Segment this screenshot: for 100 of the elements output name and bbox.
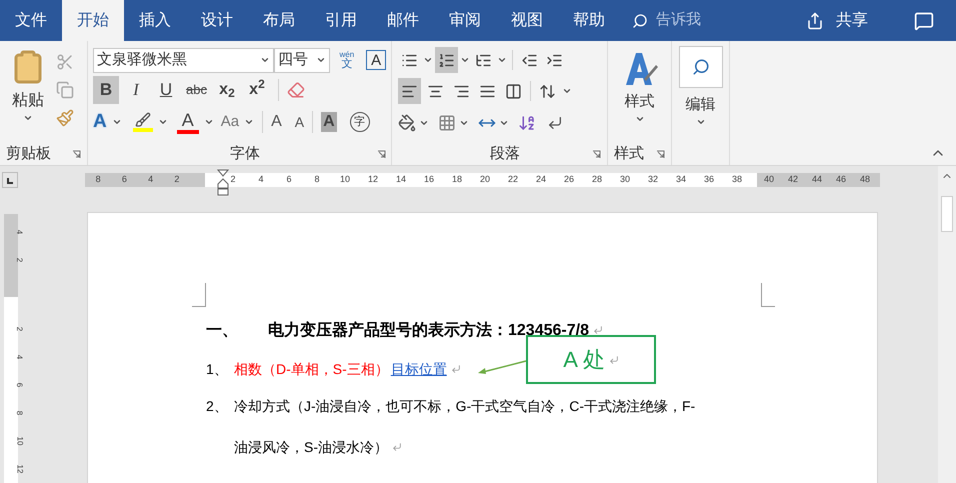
paragraph-button[interactable] (435, 47, 458, 73)
ruler-number: 8 (14, 410, 25, 416)
ruler-number: 28 (590, 173, 603, 186)
paste-button[interactable]: 粘贴 (0, 49, 56, 143)
paragraph-mark-icon (392, 442, 402, 452)
ruler-number: 12 (366, 173, 379, 186)
list-number: 2、 (206, 397, 229, 416)
ribbon-tab[interactable]: 设计 (186, 0, 248, 41)
ruler-number: 46 (834, 173, 847, 186)
comments-icon[interactable] (914, 10, 934, 30)
margin-corner-mark (761, 283, 775, 307)
ruler-number: 40 (762, 173, 775, 186)
caret-icon (23, 113, 33, 123)
ruler-number: 2 (14, 326, 25, 332)
enclose-characters-button[interactable]: 字 (350, 112, 370, 132)
paragraph-mark-icon (608, 354, 619, 364)
caret-icon (459, 118, 469, 128)
body-text: 油浸风冷，S-油浸水冷） (234, 438, 388, 457)
font-name-field[interactable]: 文泉驿微米黑 (93, 48, 274, 72)
group-label: 剪贴板 (6, 144, 51, 164)
ruler-number: 16 (422, 173, 435, 186)
list-number: 1、 (206, 360, 229, 379)
highlight-icon[interactable] (132, 112, 153, 132)
numbered-list-icon (438, 52, 455, 68)
text-effects-button[interactable]: A (93, 108, 107, 136)
margin-corner-mark (192, 283, 206, 307)
format-button[interactable]: I (123, 76, 149, 104)
share-icon (806, 12, 824, 30)
editing-button[interactable]: 编辑 (676, 46, 725, 126)
paragraph-marks-icon[interactable] (547, 115, 563, 131)
dialog-launcher-icon (72, 150, 81, 158)
clear-formatting-icon[interactable] (286, 81, 305, 99)
character-shading-button[interactable]: A (321, 112, 337, 132)
grow-font-button[interactable]: A (271, 110, 282, 134)
ruler-number: 4 (147, 173, 154, 186)
search-icon (632, 12, 648, 28)
target-link[interactable]: 目标位置 (390, 359, 447, 380)
group-label: 字体 (230, 144, 260, 164)
caret-icon (497, 55, 507, 65)
change-case-button[interactable]: Aa (220, 110, 240, 134)
caret-icon (562, 86, 572, 96)
ruler-number: 14 (394, 173, 407, 186)
dialog-launcher-icon (656, 150, 665, 158)
ribbon-tab[interactable]: 文件 (0, 0, 62, 41)
ruler-number: 8 (313, 173, 320, 186)
format-button[interactable]: abc (183, 76, 210, 104)
heading-number: 一、 (206, 321, 239, 341)
ruler-number: 36 (702, 173, 715, 186)
format-button[interactable]: x$^{2}$ (244, 76, 270, 104)
ribbon-tab[interactable]: 邮件 (372, 0, 434, 41)
ribbon-tab[interactable]: 审阅 (434, 0, 496, 41)
phonetic-guide-button[interactable]: wén 文 (340, 50, 354, 70)
ribbon-tab[interactable]: 帮助 (558, 0, 620, 41)
format-button[interactable]: B (93, 76, 119, 104)
font-color-button[interactable]: A (176, 110, 199, 134)
caret-icon (260, 55, 270, 65)
caret-icon (158, 117, 168, 127)
caret-icon (419, 118, 429, 128)
paragraph-button[interactable] (398, 78, 421, 104)
ruler-number: 10 (338, 173, 351, 186)
ruler-number: 30 (618, 173, 631, 186)
ruler-number: 48 (858, 173, 871, 186)
ruler-number: 8 (94, 173, 102, 186)
borders-icon[interactable] (438, 114, 456, 132)
phase-text: 相数（D-单相，S-三相） (234, 360, 389, 379)
share-button[interactable]: 共享 (798, 0, 876, 41)
ruler-number: 20 (478, 173, 491, 186)
ruler-number: 42 (786, 173, 799, 186)
ruler-number: 24 (534, 173, 547, 186)
tab-selector[interactable] (2, 172, 18, 188)
ribbon-tab[interactable]: 开始 (62, 0, 124, 41)
caret-icon (423, 55, 433, 65)
ruler-number: 22 (506, 173, 519, 186)
body-text: 冷却方式（J-油浸自冷，也可不标，G-干式空气自冷，C-干式浇注绝缘，F- (234, 397, 696, 416)
shading-icon[interactable] (398, 114, 416, 132)
ribbon-tab[interactable]: 引用 (310, 0, 372, 41)
ruler-number: 38 (730, 173, 743, 186)
ruler-number: 18 (450, 173, 463, 186)
styles-button[interactable]: 样式 (608, 49, 671, 143)
tell-me-field[interactable]: 告诉我 (632, 0, 701, 41)
format-button[interactable]: x$_{2}$ (214, 76, 240, 104)
ruler-number: 12 (14, 464, 25, 474)
font-size-field[interactable]: 四号 (274, 48, 330, 72)
indent-marker-icon[interactable] (217, 169, 229, 196)
sort-icon[interactable] (518, 114, 536, 132)
format-button[interactable]: U (153, 76, 179, 104)
scroll-thumb[interactable] (941, 196, 953, 232)
caret-icon (499, 118, 509, 128)
callout-arrow (477, 359, 527, 375)
ruler-number: 32 (646, 173, 659, 186)
ribbon-tab[interactable]: 视图 (496, 0, 558, 41)
ribbon-tab[interactable]: 插入 (124, 0, 186, 41)
paragraph-mark-icon (450, 364, 461, 374)
character-border-button[interactable]: A (366, 50, 386, 70)
shrink-font-button[interactable]: A (294, 112, 304, 132)
ruler-number: 6 (14, 382, 25, 388)
ruler-number: 2 (173, 173, 180, 186)
ruler-number: 2 (14, 258, 25, 262)
callout-box: A 处 (526, 335, 656, 384)
ribbon-tab[interactable]: 布局 (248, 0, 310, 41)
